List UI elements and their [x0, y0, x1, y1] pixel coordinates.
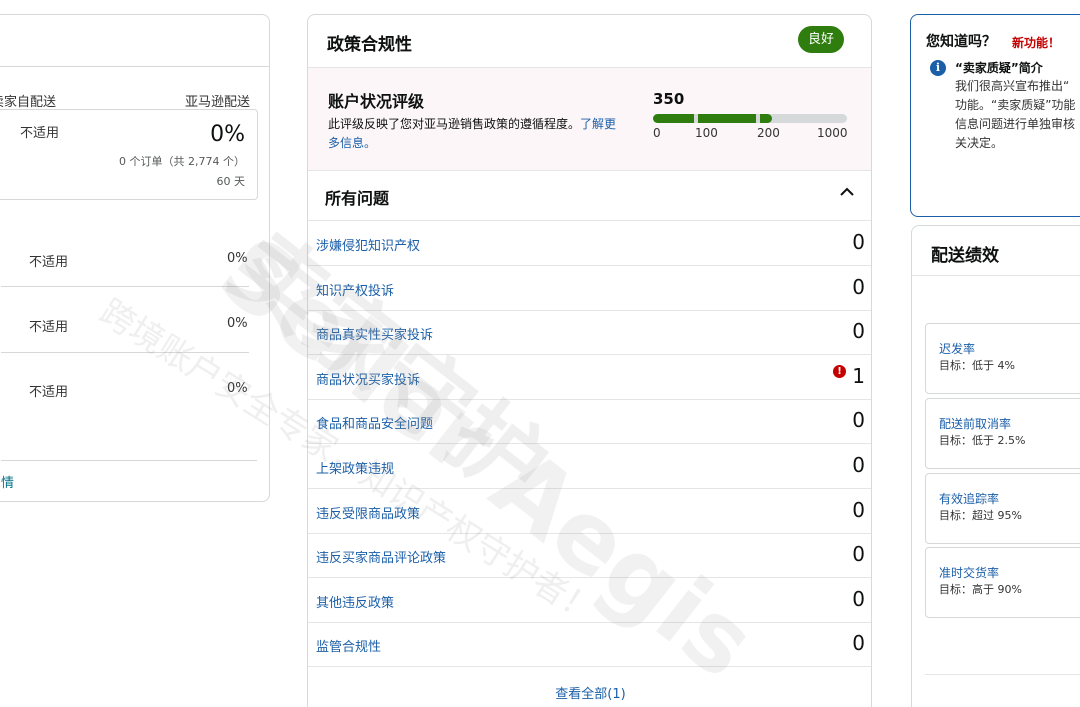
metric-name: 准时交货率 — [939, 566, 1000, 580]
order-defect-card: 卖家自配送 亚马逊配送 不适用 0% 0 个订单（共 2,774 个） 60 天… — [0, 14, 270, 502]
column-header-seller-fulfilled: 卖家自配送 — [0, 95, 57, 110]
issue-label[interactable]: 上架政策违规 — [316, 458, 394, 477]
metric-percentage: 0% — [227, 251, 248, 266]
divider — [925, 674, 1080, 675]
metric-name: 有效追踪率 — [939, 492, 1000, 506]
view-details-link[interactable]: 情 — [1, 472, 14, 491]
divider — [912, 275, 1080, 276]
divider — [1, 352, 249, 353]
metric-status: 不适用 — [29, 320, 69, 335]
metric-late-shipment[interactable]: 迟发率 目标：低于 4% — [925, 323, 1080, 394]
rating-title: 账户状况评级 — [328, 92, 425, 111]
feature-description-line: 关决定。 — [955, 136, 1004, 150]
summary-order-count: 0 个订单（共 2,774 个） — [119, 155, 245, 168]
view-all-link[interactable]: 查看全部(1) — [308, 683, 871, 702]
rating-tick: 0 — [653, 126, 661, 140]
rating-bar-segment — [653, 114, 694, 123]
feature-description-line: 信息问题进行单独审核 — [955, 117, 1076, 131]
issue-count: 1 — [852, 363, 865, 388]
issue-row[interactable]: 食品和商品安全问题 0 — [308, 400, 871, 445]
divider — [1, 460, 257, 461]
issue-label[interactable]: 食品和商品安全问题 — [316, 413, 433, 432]
issue-label[interactable]: 监管合规性 — [316, 636, 381, 655]
issue-label[interactable]: 其他违反政策 — [316, 592, 394, 611]
metric-name: 迟发率 — [939, 342, 976, 356]
metric-status: 不适用 — [29, 385, 69, 400]
alert-icon: ! — [833, 364, 846, 378]
issue-count: 0 — [852, 631, 865, 656]
rating-description: 此评级反映了您对亚马逊销售政策的遵循程度。了解更多信息。 — [328, 115, 628, 153]
metric-percentage: 0% — [227, 316, 248, 331]
issue-row[interactable]: 违反买家商品评论政策 0 — [308, 534, 871, 579]
issue-row[interactable]: 违反受限商品政策 0 — [308, 490, 871, 534]
summary-percentage: 0% — [210, 122, 245, 147]
order-defect-summary-box: 不适用 0% 0 个订单（共 2,774 个） 60 天 — [0, 109, 258, 200]
issue-row[interactable]: 监管合规性 0 — [308, 623, 871, 668]
summary-status: 不适用 — [20, 126, 60, 141]
issue-label[interactable]: 知识产权投诉 — [316, 280, 394, 299]
rating-bar-segment — [759, 114, 773, 123]
issue-row[interactable]: 商品真实性买家投诉 0 — [308, 311, 871, 356]
rating-description-text: 此评级反映了您对亚马逊销售政策的遵循程度。 — [328, 117, 581, 131]
all-issues-heading: 所有问题 — [325, 189, 390, 208]
issue-label[interactable]: 商品真实性买家投诉 — [316, 324, 433, 343]
card-title: 您知道吗？ — [926, 34, 996, 50]
rating-score: 350 — [653, 90, 685, 108]
issue-label[interactable]: 违反受限商品政策 — [316, 503, 420, 522]
metric-pre-fulfillment-cancel[interactable]: 配送前取消率 目标：低于 2.5% — [925, 398, 1080, 469]
rating-bar-segment — [697, 114, 756, 123]
metric-target: 目标：低于 4% — [939, 359, 1015, 372]
issue-count: 0 — [852, 319, 865, 344]
metric-valid-tracking[interactable]: 有效追踪率 目标：超过 95% — [925, 473, 1080, 544]
metric-target: 目标：高于 90% — [939, 583, 1022, 596]
metric-status: 不适用 — [29, 255, 69, 270]
metric-on-time-delivery[interactable]: 准时交货率 目标：高于 90% — [925, 547, 1080, 618]
feature-description-line: 我们很高兴宣布推出“ — [955, 79, 1070, 93]
rating-tick: 1000 — [817, 126, 848, 140]
issue-count: 0 — [852, 453, 865, 477]
info-icon: i — [930, 60, 946, 76]
metric-percentage: 0% — [227, 381, 248, 396]
rating-tick: 200 — [757, 126, 780, 140]
issue-row[interactable]: 其他违反政策 0 — [308, 579, 871, 623]
did-you-know-card: 您知道吗？ 新功能！ i “卖家质疑”简介 我们很高兴宣布推出“ 功能。“卖家质… — [910, 14, 1080, 217]
new-feature-label: 新功能！ — [1012, 36, 1061, 50]
issue-count: 0 — [852, 497, 865, 522]
status-badge: 良好 — [798, 26, 844, 53]
card-title: 配送绩效 — [931, 246, 999, 266]
issue-label[interactable]: 商品状况买家投诉 — [316, 369, 420, 388]
divider — [308, 220, 871, 221]
metric-target: 目标：超过 95% — [939, 509, 1022, 522]
chevron-up-icon[interactable] — [838, 183, 856, 201]
issue-count: 0 — [852, 542, 865, 567]
card-title: 政策合规性 — [327, 35, 412, 55]
issue-count: 0 — [852, 408, 865, 433]
feature-title: “卖家质疑”简介 — [955, 61, 1043, 75]
rating-tick: 100 — [695, 126, 718, 140]
divider — [0, 66, 269, 67]
issue-row[interactable]: 涉嫌侵犯知识产权 0 — [308, 222, 871, 266]
metric-name: 配送前取消率 — [939, 417, 1012, 431]
feature-description-line: 功能。“卖家质疑”功能 — [955, 98, 1076, 112]
issue-row[interactable]: 上架政策违规 0 — [308, 445, 871, 489]
metric-target: 目标：低于 2.5% — [939, 434, 1026, 447]
shipping-performance-card: 配送绩效 迟发率 目标：低于 4% 配送前取消率 目标：低于 2.5% 有效追踪… — [911, 225, 1080, 707]
issue-count: 0 — [852, 586, 865, 611]
issue-label[interactable]: 违反买家商品评论政策 — [316, 547, 446, 566]
account-health-rating: 账户状况评级 此评级反映了您对亚马逊销售政策的遵循程度。了解更多信息。 350 … — [308, 67, 871, 171]
issue-row[interactable]: 知识产权投诉 0 — [308, 267, 871, 311]
summary-period: 60 天 — [216, 175, 246, 188]
divider — [1, 286, 249, 287]
policy-compliance-card: 政策合规性 良好 账户状况评级 此评级反映了您对亚马逊销售政策的遵循程度。了解更… — [307, 14, 872, 707]
column-header-amazon-fulfilled: 亚马逊配送 — [185, 95, 251, 110]
issue-row[interactable]: 商品状况买家投诉! 1 — [308, 356, 871, 400]
issue-count: 0 — [852, 230, 865, 254]
issue-count: 0 — [852, 274, 865, 299]
issue-label[interactable]: 涉嫌侵犯知识产权 — [316, 235, 420, 254]
